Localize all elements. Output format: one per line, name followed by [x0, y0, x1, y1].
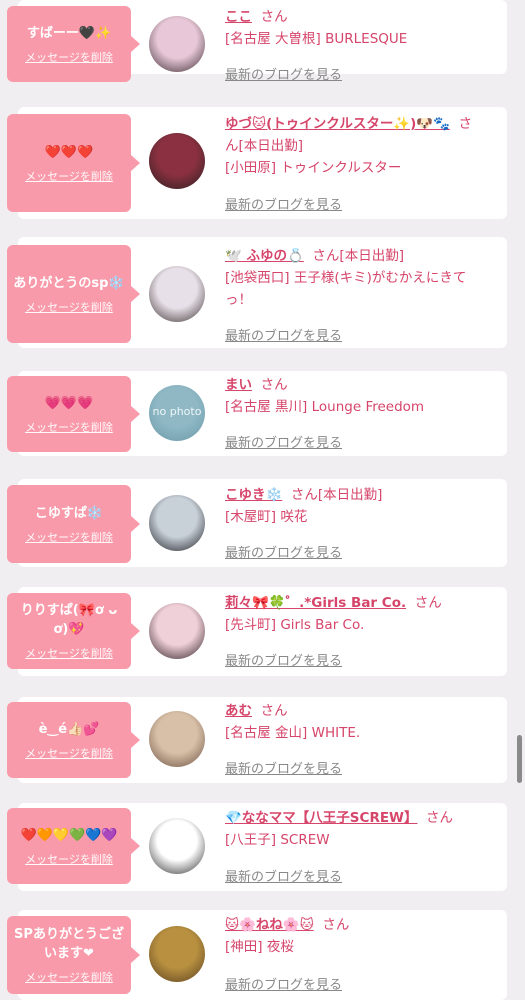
cast-info: 莉々🎀🍀゜.*Girls Bar Co. さん [先斗町] Girls Bar C…	[225, 592, 483, 636]
honorific: さん	[322, 917, 350, 933]
avatar[interactable]	[149, 926, 205, 982]
message-bubble: è‿é👍🏻💕 メッセージを削除	[7, 702, 140, 778]
cast-info: あむ さん [名古屋 金山] WHITE.	[225, 700, 483, 744]
honorific: さん	[426, 810, 454, 826]
shop-name: [池袋西口] 王子様(キミ)がむかえにきてっ！	[225, 270, 467, 308]
avatar[interactable]	[149, 818, 205, 874]
message-text: ❤️❤️❤️	[44, 144, 94, 160]
latest-blog-link[interactable]: 最新のブログを見る	[225, 542, 342, 561]
message-text: りりすぱ(🎀ơ ᴗ ơ)💖	[20, 603, 118, 637]
cast-name-link[interactable]: ゆづ🐱(トゥインクルスター✨)🐶🐾	[225, 116, 450, 132]
avatar-placeholder-text: no photo	[152, 405, 202, 418]
honorific: さん	[260, 9, 288, 25]
shop-name: [名古屋 黒川] Lounge Freedom	[225, 399, 425, 415]
message-text: è‿é👍🏻💕	[38, 721, 100, 737]
honorific: さん	[260, 377, 288, 393]
shop-name: [小田原] トゥインクルスター	[225, 160, 402, 176]
message-bubble: ❤️🧡💛💚💙💜 メッセージを削除	[7, 808, 140, 884]
latest-blog-link[interactable]: 最新のブログを見る	[225, 866, 342, 885]
message-bubble: こゆすぱ❄️ メッセージを削除	[7, 485, 140, 563]
cast-name-link[interactable]: 🐱🌸ねね🌸🐱	[225, 917, 314, 933]
cast-info: 💎ななママ【八王子SCREW】 さん [八王子] SCREW	[225, 807, 483, 851]
cast-info: 🐱🌸ねね🌸🐱 さん [神田] 夜桜	[225, 914, 483, 958]
avatar[interactable]	[149, 711, 205, 767]
cast-name-link[interactable]: 莉々🎀🍀゜.*Girls Bar Co.	[225, 595, 406, 611]
work-status: [本日出勤]	[317, 487, 383, 503]
avatar[interactable]	[149, 16, 205, 72]
scrollbar[interactable]	[517, 735, 522, 783]
message-bubble: 💗💗💗 メッセージを削除	[7, 376, 140, 452]
cast-info: まい さん [名古屋 黒川] Lounge Freedom	[225, 374, 483, 418]
latest-blog-link[interactable]: 最新のブログを見る	[225, 325, 342, 344]
avatar[interactable]	[149, 495, 205, 551]
latest-blog-link[interactable]: 最新のブログを見る	[225, 432, 342, 451]
cast-name-link[interactable]: 🕊️ ふゆの💍	[225, 248, 304, 264]
message-text: こゆすぱ❄️	[34, 505, 104, 521]
shop-name: [名古屋 金山] WHITE.	[225, 725, 361, 741]
shop-name: [先斗町] Girls Bar Co.	[225, 617, 365, 633]
avatar[interactable]: no photo	[149, 385, 205, 441]
message-bubble: りりすぱ(🎀ơ ᴗ ơ)💖 メッセージを削除	[7, 593, 140, 669]
cast-name-link[interactable]: まい	[225, 377, 252, 393]
delete-message-link[interactable]: メッセージを削除	[25, 529, 113, 545]
delete-message-link[interactable]: メッセージを削除	[25, 969, 113, 985]
message-bubble: SPありがとうございます❤︎ メッセージを削除	[7, 916, 140, 994]
latest-blog-link[interactable]: 最新のブログを見る	[225, 650, 342, 669]
cast-name-link[interactable]: こゆき❄️	[225, 487, 282, 503]
message-text: SPありがとうございます❤︎	[14, 927, 124, 961]
shop-name: [名古屋 大曽根] BURLESQUE	[225, 31, 408, 47]
message-bubble: ❤️❤️❤️ メッセージを削除	[7, 114, 140, 212]
cast-info: こゆき❄️ さん[本日出勤] [木屋町] 咲花	[225, 484, 483, 528]
honorific: さん	[290, 487, 318, 503]
latest-blog-link[interactable]: 最新のブログを見る	[225, 194, 342, 213]
latest-blog-link[interactable]: 最新のブログを見る	[225, 64, 342, 83]
message-text: すばーー🖤✨	[26, 25, 112, 41]
work-status: [本日出勤]	[339, 248, 404, 264]
cast-info: ここ さん [名古屋 大曽根] BURLESQUE	[225, 6, 483, 50]
delete-message-link[interactable]: メッセージを削除	[25, 168, 113, 184]
latest-blog-link[interactable]: 最新のブログを見る	[225, 974, 342, 993]
delete-message-link[interactable]: メッセージを削除	[25, 299, 113, 315]
shop-name: [神田] 夜桜	[225, 939, 294, 955]
delete-message-link[interactable]: メッセージを削除	[25, 645, 113, 661]
cast-name-link[interactable]: ここ	[225, 9, 252, 25]
honorific: さん	[260, 703, 288, 719]
delete-message-link[interactable]: メッセージを削除	[25, 745, 113, 761]
cast-info: 🕊️ ふゆの💍 さん[本日出勤] [池袋西口] 王子様(キミ)がむかえにきてっ！	[225, 245, 483, 311]
message-text: 💗💗💗	[44, 395, 94, 411]
message-list: すばーー🖤✨ メッセージを削除 ここ さん [名古屋 大曽根] BURLESQUE 最新…	[0, 0, 525, 1000]
cast-name-link[interactable]: 💎ななママ【八王子SCREW】	[225, 810, 417, 826]
avatar[interactable]	[149, 603, 205, 659]
cast-info: ゆづ🐱(トゥインクルスター✨)🐶🐾 さん[本日出勤] [小田原] トゥインクルスタ…	[225, 113, 483, 179]
avatar[interactable]	[149, 133, 205, 189]
delete-message-link[interactable]: メッセージを削除	[25, 49, 113, 65]
cast-name-link[interactable]: あむ	[225, 703, 252, 719]
delete-message-link[interactable]: メッセージを削除	[25, 851, 113, 867]
honorific: さん	[414, 595, 442, 611]
message-text: ありがとうのsp❄️	[13, 275, 125, 291]
shop-name: [八王子] SCREW	[225, 832, 330, 848]
work-status: [本日出勤]	[238, 138, 304, 154]
latest-blog-link[interactable]: 最新のブログを見る	[225, 758, 342, 777]
shop-name: [木屋町] 咲花	[225, 509, 308, 525]
honorific: さん	[312, 248, 340, 264]
message-text: ❤️🧡💛💚💙💜	[20, 827, 118, 843]
message-bubble: すばーー🖤✨ メッセージを削除	[7, 6, 140, 82]
delete-message-link[interactable]: メッセージを削除	[25, 419, 113, 435]
avatar[interactable]	[149, 266, 205, 322]
message-bubble: ありがとうのsp❄️ メッセージを削除	[7, 245, 140, 343]
